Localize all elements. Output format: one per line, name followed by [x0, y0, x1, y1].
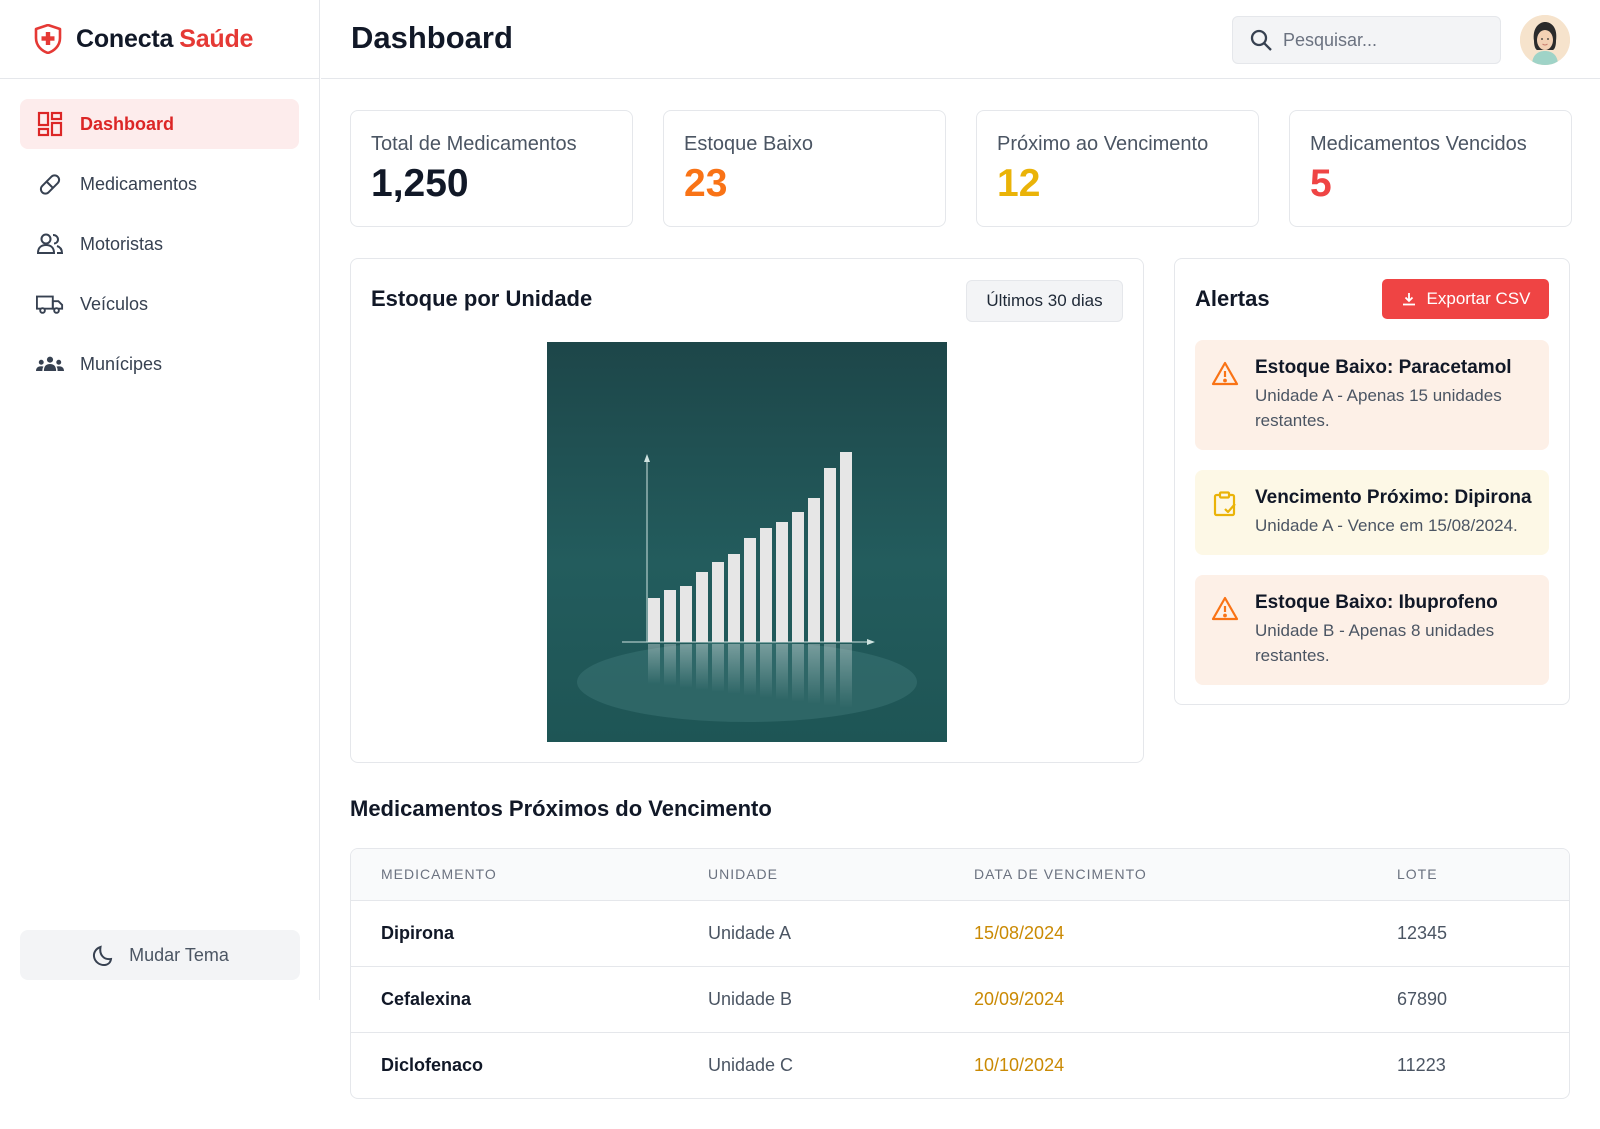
stock-chart-card: Estoque por Unidade Últimos 30 dias	[350, 258, 1144, 763]
sidebar-item-label: Dashboard	[80, 113, 175, 134]
export-csv-button[interactable]: Exportar CSV	[1382, 279, 1549, 319]
column-header: LOTE	[1367, 849, 1569, 901]
sidebar: Conecta Saúde Dashboard Medicamentos Mot…	[0, 0, 320, 1000]
stat-title: Medicamentos Vencidos	[1310, 133, 1527, 155]
brand-name-accent: Saúde	[179, 24, 254, 53]
column-header: DATA DE VENCIMENTO	[944, 849, 1367, 901]
alert-item[interactable]: Estoque Baixo: Ibuprofeno Unidade B - Ap…	[1195, 575, 1549, 685]
warning-icon	[1211, 596, 1239, 621]
alert-title: Estoque Baixo: Paracetamol	[1255, 357, 1512, 378]
brand[interactable]: Conecta Saúde	[0, 0, 319, 79]
column-header: MEDICAMENTO	[351, 849, 678, 901]
brand-name: Conecta	[76, 24, 174, 53]
stat-value: 23	[684, 162, 728, 205]
group-icon	[36, 350, 64, 378]
cell-medicamento: Dipirona	[351, 900, 678, 967]
cell-unidade: Unidade B	[678, 966, 944, 1033]
cell-lote: 67890	[1367, 966, 1569, 1033]
table-row[interactable]: Dipirona Unidade A 15/08/2024 12345	[351, 900, 1569, 967]
alert-item[interactable]: Vencimento Próximo: Dipirona Unidade A -…	[1195, 470, 1549, 555]
sidebar-item-medicamentos[interactable]: Medicamentos	[20, 159, 299, 209]
dashboard-icon	[36, 110, 64, 138]
expiry-table-title: Medicamentos Próximos do Vencimento	[350, 796, 772, 821]
sidebar-item-motoristas[interactable]: Motoristas	[20, 219, 299, 269]
sidebar-item-label: Munícipes	[80, 353, 163, 374]
stat-value: 1,250	[371, 162, 469, 205]
cell-lote: 11223	[1397, 1054, 1446, 1075]
search-box[interactable]	[1232, 16, 1501, 64]
search-input[interactable]	[1283, 29, 1483, 51]
stat-card-low-stock: Estoque Baixo 23	[663, 110, 946, 227]
clipboard-check-icon	[1213, 491, 1236, 517]
chart-card-title: Estoque por Unidade	[371, 286, 593, 311]
stat-title: Próximo ao Vencimento	[997, 133, 1209, 155]
theme-toggle-label: Mudar Tema	[129, 944, 229, 965]
alert-title: Estoque Baixo: Ibuprofeno	[1255, 592, 1498, 613]
alert-body: Unidade B - Apenas 8 unidades restantes.	[1255, 621, 1495, 665]
sidebar-item-dashboard[interactable]: Dashboard	[20, 99, 299, 149]
cell-unidade: Unidade C	[708, 1054, 794, 1075]
download-icon	[1402, 293, 1415, 306]
table-row[interactable]: Diclofenaco Unidade C 10/10/2024 11223	[351, 1032, 1569, 1098]
truck-icon	[36, 290, 64, 318]
cell-medicamento: Cefalexina	[351, 966, 678, 1033]
cell-unidade: Unidade A	[678, 900, 944, 967]
cell-medicamento: Diclofenaco	[381, 1054, 484, 1075]
theme-toggle-button[interactable]: Mudar Tema	[20, 930, 300, 980]
stat-value: 5	[1310, 162, 1332, 205]
sidebar-item-label: Medicamentos	[80, 173, 198, 194]
stat-card-expired: Medicamentos Vencidos 5	[1289, 110, 1572, 227]
sidebar-item-label: Veículos	[80, 293, 149, 314]
date-range-button[interactable]: Últimos 30 dias	[966, 280, 1123, 322]
stat-card-total: Total de Medicamentos 1,250	[350, 110, 633, 227]
sidebar-nav: Dashboard Medicamentos Motoristas Veícul…	[0, 79, 319, 389]
alert-title: Vencimento Próximo: Dipirona	[1255, 487, 1532, 508]
shield-cross-icon	[34, 24, 62, 54]
alert-body: Unidade A - Vence em 15/08/2024.	[1255, 516, 1518, 535]
avatar[interactable]	[1520, 15, 1570, 65]
sidebar-item-label: Motoristas	[80, 233, 164, 254]
stat-title: Total de Medicamentos	[371, 133, 577, 155]
export-csv-label: Exportar CSV	[1426, 289, 1531, 308]
table-row[interactable]: Cefalexina Unidade B 20/09/2024 67890	[351, 966, 1569, 1033]
top-header: Dashboard	[321, 0, 1600, 79]
pill-icon	[36, 170, 64, 198]
expiry-table: MEDICAMENTO UNIDADE DATA DE VENCIMENTO L…	[350, 848, 1570, 1099]
alerts-card: Alertas Exportar CSV Estoque Baixo: Para…	[1174, 258, 1570, 705]
moon-icon	[93, 945, 113, 967]
sidebar-item-veiculos[interactable]: Veículos	[20, 279, 299, 329]
users-icon	[36, 230, 64, 258]
stat-value: 12	[997, 162, 1041, 205]
cell-data-vencimento: 15/08/2024	[944, 900, 1367, 967]
column-header: UNIDADE	[678, 849, 944, 901]
stat-card-near-expiry: Próximo ao Vencimento 12	[976, 110, 1259, 227]
alerts-title: Alertas	[1195, 286, 1270, 311]
cell-data-vencimento: 10/10/2024	[974, 1054, 1065, 1075]
warning-icon	[1211, 361, 1239, 386]
stat-title: Estoque Baixo	[684, 133, 813, 155]
alert-body: Unidade A - Apenas 15 unidades restantes…	[1255, 386, 1502, 430]
sidebar-item-municipes[interactable]: Munícipes	[20, 339, 299, 389]
cell-lote: 12345	[1367, 900, 1569, 967]
stock-chart-image	[547, 342, 947, 742]
search-icon	[1250, 29, 1272, 51]
alert-item[interactable]: Estoque Baixo: Paracetamol Unidade A - A…	[1195, 340, 1549, 450]
cell-data-vencimento: 20/09/2024	[944, 966, 1367, 1033]
table-header-row: MEDICAMENTO UNIDADE DATA DE VENCIMENTO L…	[351, 849, 1569, 901]
page-title: Dashboard	[351, 20, 513, 55]
